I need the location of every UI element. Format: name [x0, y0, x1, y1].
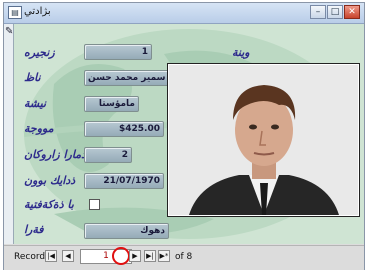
- salary-field[interactable]: $425.00: [84, 121, 164, 137]
- label-married: با ذةكةفتية: [24, 198, 74, 211]
- minimize-button[interactable]: –: [310, 5, 326, 19]
- birthdate-field[interactable]: 21/07/1970: [84, 173, 164, 189]
- id-field[interactable]: 1: [84, 44, 152, 60]
- new-record-button[interactable]: ▶*: [158, 250, 170, 262]
- record-highlight-circle: [112, 247, 130, 265]
- label-name: ناظ: [24, 71, 41, 84]
- title-bar[interactable]: ▤ بژادتي – □ ✕: [4, 3, 364, 24]
- record-navigation-bar: Record: |◀ ◀ 1 ▶ ▶| ▶* of 8: [4, 245, 364, 270]
- name-field[interactable]: سمير محمد حسن: [84, 70, 169, 86]
- window-title: بژادتي: [24, 6, 51, 17]
- portrait-image: [169, 65, 358, 215]
- first-record-button[interactable]: |◀: [45, 250, 57, 262]
- last-record-button[interactable]: ▶|: [144, 250, 156, 262]
- label-salary: مووجة: [24, 122, 54, 135]
- city-field[interactable]: دهوك: [84, 223, 169, 239]
- record-label: Record:: [14, 252, 49, 262]
- label-city: فةرا: [24, 223, 44, 236]
- previous-record-button[interactable]: ◀: [62, 250, 74, 262]
- label-birthdate: ذدايك بوون: [24, 174, 76, 187]
- job-field[interactable]: مامؤستا: [84, 96, 139, 112]
- maximize-button[interactable]: □: [327, 5, 343, 19]
- record-selector[interactable]: ✎: [4, 24, 14, 244]
- form-body: ✎ زنجيره ناظ نيشة مووجة ذمارا زاروكان ذد…: [4, 24, 364, 244]
- close-button[interactable]: ✕: [344, 5, 360, 19]
- children-field[interactable]: 2: [84, 147, 132, 163]
- form-icon[interactable]: ▤: [8, 6, 22, 19]
- label-id: زنجيره: [24, 46, 55, 59]
- label-job: نيشة: [24, 97, 47, 110]
- record-total: of 8: [175, 252, 193, 262]
- label-photo: وينة: [232, 46, 250, 59]
- form-window: ▤ بژادتي – □ ✕ ✎ زنجيره ناظ نيشة مووجة ذ…: [3, 2, 365, 270]
- married-checkbox[interactable]: [89, 199, 100, 210]
- photo-frame[interactable]: [167, 63, 360, 217]
- label-children: ذمارا زاروكان: [24, 148, 86, 161]
- next-record-button[interactable]: ▶: [129, 250, 141, 262]
- pencil-icon: ✎: [5, 26, 14, 37]
